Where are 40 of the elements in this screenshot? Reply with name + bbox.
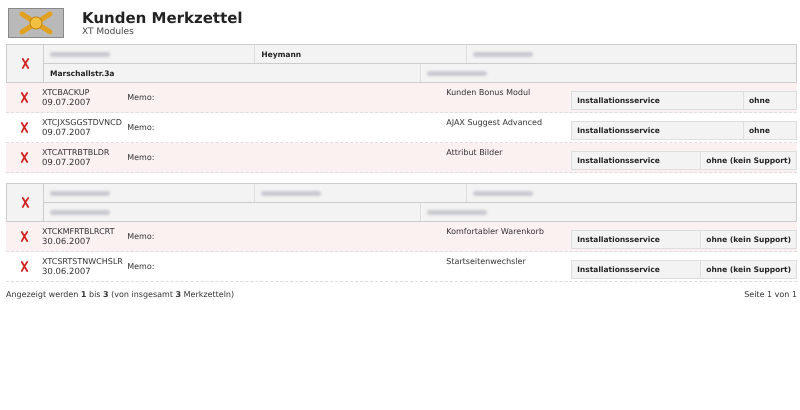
delete-icon[interactable] [20,197,30,208]
delete-icon[interactable] [20,152,28,163]
product-name: Attribut Bilder [446,147,504,157]
delete-icon[interactable] [20,122,28,133]
product-name: Startseitenwechsler [446,256,527,266]
delete-icon[interactable] [20,261,28,272]
date-text: 09.07.2007 [42,158,92,168]
blurred-text [261,190,322,196]
blurred-text [50,52,110,56]
blurred-text [50,190,110,196]
product-code: XTCATTRBTBLDR [42,148,110,158]
result-summary: Angezeigt werden 1 bis 3 (von insgesamt 3 Merkzetteln) [6,290,234,299]
product-code: XTCJXSGGSTDVNCD [42,118,123,128]
date-text: 09.07.2007 [42,128,92,138]
page-title: Kunden Merkzettel [82,10,243,26]
blurred-text [472,52,533,56]
blurred-text [426,70,486,76]
page-subtitle: XT Modules [82,26,135,36]
product-code: XTCKMFRTBLRCRT [42,226,116,236]
memo-label: Memo: [127,153,156,162]
date-text: 30.06.2007 [42,266,92,276]
date-text: 09.07.2007 [42,98,92,108]
page-indicator: Seite 1 von 1 [744,290,797,299]
date-text: 30.06.2007 [42,236,92,246]
memo-label: Memo: [127,232,156,241]
blurred-text [472,190,533,196]
product-name: Komfortabler Warenkorb [446,226,545,236]
memo-label: Memo: [127,93,156,102]
product-code: XTCSRTSTNWCHSLR [42,256,124,266]
blurred-text [50,210,110,214]
delete-icon[interactable] [20,92,28,103]
delete-icon[interactable] [20,58,30,69]
modules-logo-icon [8,8,64,38]
product-name: AJAX Suggest Advanced [446,117,544,127]
memo-label: Memo: [127,262,156,271]
product-name: Kunden Bonus Modul [446,87,532,97]
memo-label: Memo: [127,123,156,132]
blurred-text [426,210,486,214]
delete-icon[interactable] [20,231,28,242]
product-code: XTCBACKUP [42,88,90,98]
